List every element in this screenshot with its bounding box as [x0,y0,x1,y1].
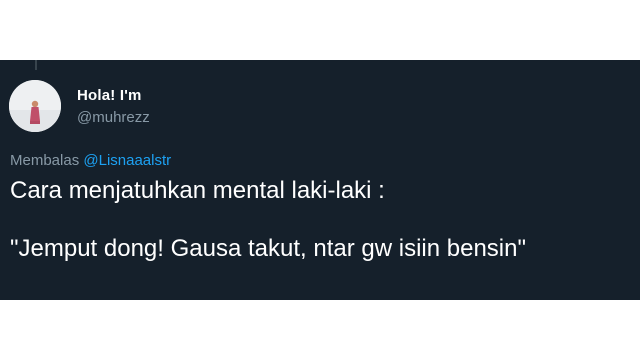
tweet-text-line: "Jemput dong! Gausa takut, ntar gw isiin… [10,235,526,262]
paragraph-break [10,205,526,234]
reply-prefix: Membalas [10,152,80,169]
thread-connector-line [35,60,37,70]
user-handle[interactable]: @muhrezz [77,108,150,128]
tweet-text-line: Cara menjatuhkan mental laki-laki : [10,177,385,204]
reply-mention-link[interactable]: @Lisnaaalstr [83,152,171,169]
profile-photo-icon[interactable] [9,80,61,132]
tweet-card[interactable]: Hola! I'm @muhrezz Membalas @Lisnaaalstr… [0,60,640,300]
tweet-text: Cara menjatuhkan mental laki-laki : "Jem… [10,176,526,263]
avatar-image [9,80,61,132]
tweet-author[interactable]: Hola! I'm @muhrezz [77,87,150,128]
reply-context: Membalas @Lisnaaalstr [10,152,171,169]
display-name[interactable]: Hola! I'm [77,87,150,105]
screenshot-frame: Hola! I'm @muhrezz Membalas @Lisnaaalstr… [0,0,640,360]
